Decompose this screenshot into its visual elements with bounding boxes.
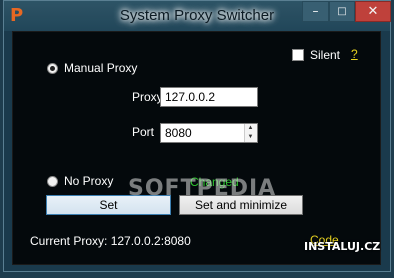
current-proxy-status: Current Proxy: 127.0.0.2:8080	[30, 234, 191, 248]
close-icon: ✕	[367, 4, 379, 19]
spin-up-icon[interactable]: ▲	[245, 124, 256, 133]
spin-down-icon[interactable]: ▼	[245, 133, 256, 142]
manual-proxy-label: Manual Proxy	[64, 61, 138, 75]
minimize-button[interactable]: –	[302, 1, 329, 22]
minimize-icon: –	[312, 4, 319, 18]
proxy-input[interactable]: 127.0.0.2	[160, 87, 258, 107]
close-button[interactable]: ✕	[355, 1, 391, 22]
app-logo-icon: P	[10, 5, 24, 26]
main-panel: Silent ? Manual Proxy Proxy 127.0.0.2 Po…	[12, 31, 381, 265]
app-window: P System Proxy Switcher – □ ✕ Silent ? M…	[3, 0, 391, 272]
proxy-label: Proxy	[132, 90, 163, 104]
no-proxy-radio[interactable]	[47, 176, 58, 187]
port-value: 8080	[165, 126, 192, 140]
help-link[interactable]: ?	[351, 47, 358, 61]
port-label: Port	[132, 125, 155, 139]
maximize-icon: □	[337, 6, 347, 17]
no-proxy-label: No Proxy	[64, 174, 114, 188]
silent-label: Silent	[310, 48, 341, 62]
title-bar[interactable]: P System Proxy Switcher – □ ✕	[4, 1, 391, 31]
maximize-button[interactable]: □	[329, 1, 355, 22]
manual-proxy-radio[interactable]	[47, 63, 58, 74]
port-spinner[interactable]: ▲ ▼	[244, 124, 257, 142]
watermark: SOFTPEDIA	[128, 176, 277, 201]
radio-selected-dot	[50, 66, 55, 71]
port-stepper[interactable]: 8080 ▲ ▼	[160, 123, 258, 143]
window-title: System Proxy Switcher	[119, 7, 275, 24]
silent-checkbox[interactable]	[292, 49, 304, 61]
site-badge: INSTALUJ.CZ	[304, 240, 381, 253]
